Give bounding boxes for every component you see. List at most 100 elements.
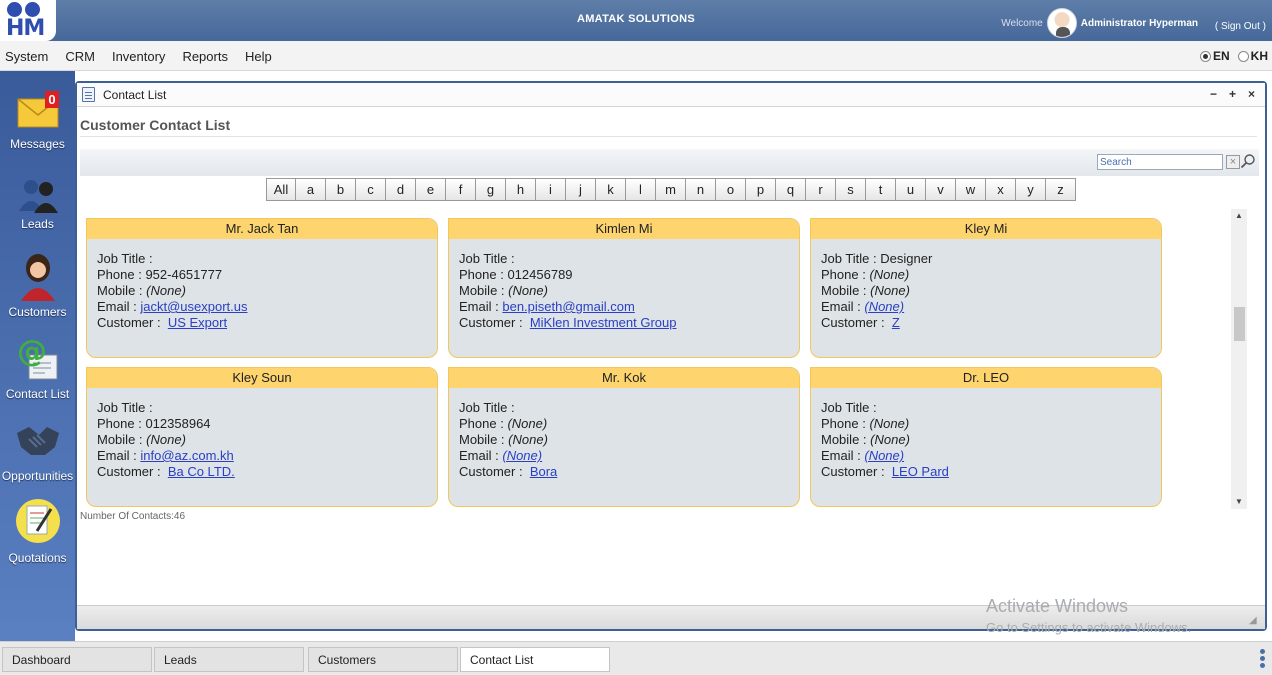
lang-kh-option[interactable]: KH: [1237, 49, 1268, 63]
menu-inventory[interactable]: Inventory: [112, 49, 165, 64]
sidebar-item-customers[interactable]: Customers: [0, 251, 75, 319]
sidebar-item-contact-list[interactable]: @ Contact List: [0, 333, 75, 401]
contact-mobile: (None): [870, 283, 910, 298]
alpha-filter-i[interactable]: i: [536, 178, 566, 201]
language-selector: EN KH: [1199, 49, 1268, 63]
contact-name: Kley Soun: [87, 368, 437, 388]
contact-email-link[interactable]: info@az.com.kh: [140, 448, 233, 463]
sidebar-item-leads[interactable]: Leads: [0, 175, 75, 231]
radio-kh[interactable]: [1237, 50, 1249, 62]
alpha-filter-q[interactable]: q: [776, 178, 806, 201]
alpha-filter-t[interactable]: t: [866, 178, 896, 201]
watermark-line2: Go to Settings to activate Windows.: [986, 620, 1192, 635]
alpha-filter-m[interactable]: m: [656, 178, 686, 201]
tab-leads[interactable]: Leads: [154, 647, 304, 672]
contact-email-link[interactable]: (None): [502, 448, 542, 463]
alpha-filter-n[interactable]: n: [686, 178, 716, 201]
sidebar-item-quotations[interactable]: Quotations: [0, 497, 75, 565]
contact-card: Kley Mi Job Title : Designer Phone : (No…: [810, 218, 1162, 358]
contact-name: Mr. Jack Tan: [87, 219, 437, 239]
alpha-filter-e[interactable]: e: [416, 178, 446, 201]
alpha-filter-j[interactable]: j: [566, 178, 596, 201]
menu-system[interactable]: System: [5, 49, 48, 64]
resize-grip-icon[interactable]: ◢: [1249, 615, 1259, 626]
sidebar-label: Messages: [10, 137, 65, 151]
alpha-filter-p[interactable]: p: [746, 178, 776, 201]
scroll-up-arrow-icon[interactable]: ▲: [1231, 209, 1247, 223]
alpha-filter-x[interactable]: x: [986, 178, 1016, 201]
divider: [80, 136, 1257, 137]
contact-customer-link[interactable]: US Export: [168, 315, 227, 330]
minimize-button[interactable]: −: [1206, 87, 1221, 102]
avatar: [1046, 8, 1077, 38]
activation-watermark: Activate Windows Go to Settings to activ…: [986, 596, 1191, 635]
alpha-filter-l[interactable]: l: [626, 178, 656, 201]
contact-email-link[interactable]: (None): [864, 299, 904, 314]
sign-out-link[interactable]: ( Sign Out ): [1215, 21, 1266, 32]
contact-job-title: Designer: [880, 251, 933, 266]
contact-phone: (None): [507, 416, 548, 431]
contact-name: Dr. LEO: [811, 368, 1161, 388]
alpha-filter-w[interactable]: w: [956, 178, 986, 201]
svg-text:@: @: [17, 334, 47, 369]
scroll-thumb[interactable]: [1234, 307, 1245, 341]
menu-help[interactable]: Help: [245, 49, 272, 64]
close-button[interactable]: ×: [1244, 87, 1259, 102]
alpha-filter-v[interactable]: v: [926, 178, 956, 201]
alpha-filter-all[interactable]: All: [266, 178, 296, 201]
sidebar-item-messages[interactable]: 0 Messages: [0, 89, 75, 151]
menu-reports[interactable]: Reports: [182, 49, 228, 64]
window-titlebar[interactable]: Contact List − + ×: [77, 83, 1265, 107]
contact-customer-link[interactable]: Ba Co LTD.: [168, 464, 235, 479]
alpha-filter-y[interactable]: y: [1016, 178, 1046, 201]
alpha-filter-s[interactable]: s: [836, 178, 866, 201]
search-input[interactable]: [1097, 154, 1223, 170]
contact-customer-link[interactable]: MiKlen Investment Group: [530, 315, 677, 330]
alpha-filter-z[interactable]: z: [1046, 178, 1076, 201]
tab-dashboard[interactable]: Dashboard: [2, 647, 152, 672]
alpha-filter-c[interactable]: c: [356, 178, 386, 201]
more-options-icon[interactable]: [1260, 649, 1265, 670]
menu-bar: System CRM Inventory Reports Help EN KH: [0, 41, 1272, 71]
contact-email-link[interactable]: (None): [864, 448, 904, 463]
sidebar-label: Customers: [8, 305, 67, 319]
search-icon[interactable]: [1240, 153, 1256, 169]
maximize-button[interactable]: +: [1225, 87, 1240, 102]
radio-en[interactable]: [1199, 50, 1211, 62]
alpha-filter-h[interactable]: h: [506, 178, 536, 201]
alpha-filter-b[interactable]: b: [326, 178, 356, 201]
contact-customer-link[interactable]: Z: [892, 315, 900, 330]
contact-card: Mr. Kok Job Title : Phone : (None) Mobil…: [448, 367, 800, 507]
contact-email-link[interactable]: jackt@usexport.us: [140, 299, 247, 314]
contact-customer-link[interactable]: Bora: [530, 464, 557, 479]
alpha-filter-a[interactable]: a: [296, 178, 326, 201]
vertical-scrollbar[interactable]: ▲ ▼: [1231, 209, 1247, 509]
lang-en-option[interactable]: EN: [1199, 49, 1230, 63]
contact-customer-link[interactable]: LEO Pard: [892, 464, 949, 479]
alpha-filter-k[interactable]: k: [596, 178, 626, 201]
alpha-filter-f[interactable]: f: [446, 178, 476, 201]
contact-name: Mr. Kok: [449, 368, 799, 388]
contact-phone: (None): [869, 267, 910, 282]
tab-contact-list[interactable]: Contact List: [460, 647, 610, 672]
contact-mobile: (None): [508, 283, 548, 298]
contact-mobile: (None): [508, 432, 548, 447]
alpha-filter-r[interactable]: r: [806, 178, 836, 201]
contact-mobile: (None): [146, 283, 186, 298]
alpha-filter-d[interactable]: d: [386, 178, 416, 201]
alpha-filter-u[interactable]: u: [896, 178, 926, 201]
contact-cards: Mr. Jack Tan Job Title : Phone : 952-465…: [86, 218, 1162, 510]
window-title: Contact List: [103, 88, 167, 102]
handshake-icon: [15, 417, 61, 465]
alpha-filter-o[interactable]: o: [716, 178, 746, 201]
scroll-down-arrow-icon[interactable]: ▼: [1231, 495, 1247, 509]
tab-customers[interactable]: Customers: [308, 647, 458, 672]
sidebar-label: Contact List: [5, 387, 70, 401]
contact-email-link[interactable]: ben.piseth@gmail.com: [502, 299, 634, 314]
contact-card: Mr. Jack Tan Job Title : Phone : 952-465…: [86, 218, 438, 358]
quotation-icon: [15, 497, 61, 547]
alpha-filter-g[interactable]: g: [476, 178, 506, 201]
sidebar-item-opportunities[interactable]: Opportunities: [0, 417, 75, 483]
menu-crm[interactable]: CRM: [65, 49, 95, 64]
clear-search-icon[interactable]: ×: [1226, 155, 1240, 169]
